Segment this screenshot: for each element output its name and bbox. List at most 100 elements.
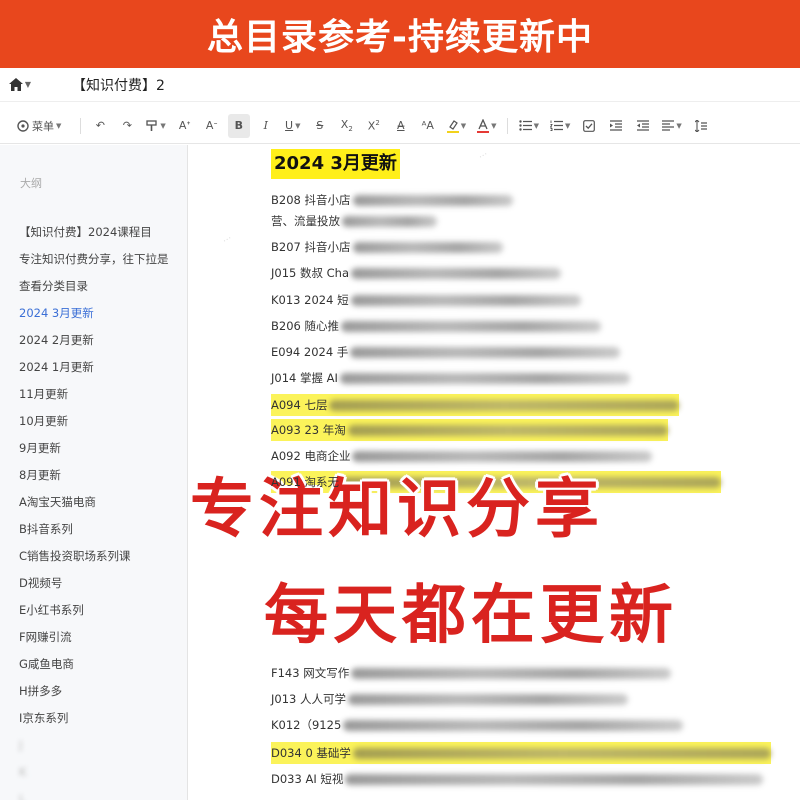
catalog-entry-title: A092 电商企业 [271,449,351,463]
outline-item[interactable]: 11月更新 [19,381,181,408]
subscript-button[interactable]: X2 [336,114,358,138]
catalog-entry-title: B206 随心推 [271,319,339,333]
bullet-list-button[interactable]: ▼ [516,114,542,138]
outline-item[interactable]: A淘宝天猫电商 [19,489,181,516]
bold-icon: B [234,119,243,132]
catalog-entry: B206 随心推 [271,315,601,337]
catalog-entry: E094 2024 手 [271,341,621,363]
outline-item[interactable]: L [19,786,181,800]
highlight-color-icon [446,119,459,133]
format-painter-button[interactable]: ▼ [143,114,168,138]
font-increase-button[interactable]: Aᐩ [174,114,196,138]
catalog-entry-title: A093 23 年淘 [271,423,346,437]
outline-item[interactable]: B抖音系列 [19,516,181,543]
text-color-button[interactable]: ▼ [474,114,499,138]
clear-format-button[interactable]: A̶ [390,114,412,138]
menu-button[interactable]: 菜单 ▼ [14,114,64,138]
line-height-icon [694,119,707,132]
highlight-color-button[interactable]: ▼ [444,114,469,138]
catalog-entry-title: J013 人人可学 [271,692,346,706]
italic-button[interactable]: I [255,114,277,138]
formatting-toolbar: 菜单 ▼ ↶ ↷ ▼ Aᐩ Aᐨ B I U ▼ S X2 X2 A̶ ᴬA ▼ … [0,108,800,144]
outline-title: 大纲 [20,177,42,190]
outline-item[interactable]: 【知识付费】2024课程目 [19,219,181,246]
catalog-entry: 营、流量投放 [271,210,437,232]
catalog-entry-title: J014 掌握 AI [271,371,338,385]
underline-button[interactable]: U ▼ [282,114,304,138]
outline-item[interactable]: G咸鱼电商 [19,651,181,678]
clear-format-icon: A̶ [397,119,405,132]
chevron-down-icon: ▼ [533,121,539,130]
numbered-list-button[interactable]: ▼ [547,114,573,138]
subscript-icon: X2 [340,117,353,134]
outdent-icon [637,120,650,131]
task-list-button[interactable] [578,114,600,138]
catalog-entry: D034 0 基础学 [271,742,771,764]
outdent-button[interactable] [632,114,654,138]
chevron-down-icon: ▼ [564,121,571,130]
case-button[interactable]: ᴬA [417,114,439,138]
outline-item[interactable]: 8月更新 [19,462,181,489]
outline-item[interactable]: 2024 2月更新 [19,327,181,354]
redacted-text [352,747,771,759]
outline-item[interactable]: H拼多多 [19,678,181,705]
outline-item[interactable]: F网赚引流 [19,624,181,651]
task-list-icon [583,119,596,132]
outline-item[interactable]: 查看分类目录 [19,273,181,300]
catalog-entry: A094 七层 [271,394,680,416]
outline-item[interactable]: 2024 3月更新 [19,300,181,327]
toolbar-divider [80,117,82,134]
italic-icon: I [263,119,268,132]
outline-item[interactable]: C销售投资职场系列课 [19,543,181,570]
chevron-down-icon: ▼ [491,121,497,130]
catalog-entry-title: F143 网文写作 [271,666,350,680]
document-title[interactable]: 【知识付费】2 [72,75,165,95]
outline-item[interactable]: I京东系列 [19,705,181,732]
numbered-list-icon [549,120,563,131]
chevron-down-icon: ▼ [460,121,467,130]
align-button[interactable]: ▼ [659,114,684,138]
catalog-entry-title: K012（9125 [271,718,342,732]
redacted-text [352,194,513,206]
outline-item[interactable]: 专注知识付费分享，往下拉是 [19,246,181,273]
catalog-entry-title: D033 AI 短视 [271,772,344,786]
redacted-text [347,424,668,436]
redacted-text [341,320,601,332]
outline-item[interactable]: 2024 1月更新 [19,354,181,381]
redo-button[interactable]: ↷ [116,114,138,138]
superscript-button[interactable]: X2 [363,114,385,138]
align-icon [662,120,675,131]
redacted-text [348,693,628,705]
outline-item[interactable]: E小红书系列 [19,597,181,624]
undo-button[interactable]: ↶ [89,114,111,138]
line-height-button[interactable] [690,114,712,138]
outline-item[interactable]: K [19,759,181,786]
chevron-down-icon: ▼ [24,80,32,89]
outline-item[interactable]: 9月更新 [19,435,181,462]
redacted-text [350,346,621,358]
catalog-entry: A092 电商企业 [271,445,653,467]
catalog-entry: A093 23 年淘 [271,419,668,441]
catalog-entry-title: B208 抖音小店 [271,193,351,207]
overlay-slogan-line2: 每天都在更新 [264,579,678,653]
catalog-entry-title: K013 2024 短 [271,293,349,307]
chevron-down-icon: ▼ [56,121,62,130]
strikethrough-button[interactable]: S [309,114,331,138]
redo-icon: ↷ [122,119,132,132]
superscript-icon: X2 [367,118,380,133]
catalog-entry-title: J015 数叔 Cha [271,266,350,280]
page: 总目录参考-持续更新中 ▼ 【知识付费】2 菜单 ▼ ↶ ↷ ▼ Aᐩ Aᐨ B… [0,0,800,800]
banner-title: 总目录参考-持续更新中 [207,17,593,58]
bold-button[interactable]: B [227,113,250,138]
toolbar-divider [506,117,508,134]
outline-item[interactable]: 10月更新 [19,408,181,435]
strikethrough-icon: S [316,119,324,132]
document-heading: 2024 3月更新 [271,149,400,179]
indent-button[interactable] [605,114,627,138]
outline-item[interactable]: J [19,732,181,759]
font-decrease-button[interactable]: Aᐨ [201,114,223,138]
outline-list: 【知识付费】2024课程目 专注知识付费分享，往下拉是 查看分类目录 2024 3月更… [19,219,181,800]
home-button[interactable]: ▼ [0,68,40,102]
outline-item[interactable]: D视频号 [19,570,181,597]
format-painter-icon [146,119,158,131]
